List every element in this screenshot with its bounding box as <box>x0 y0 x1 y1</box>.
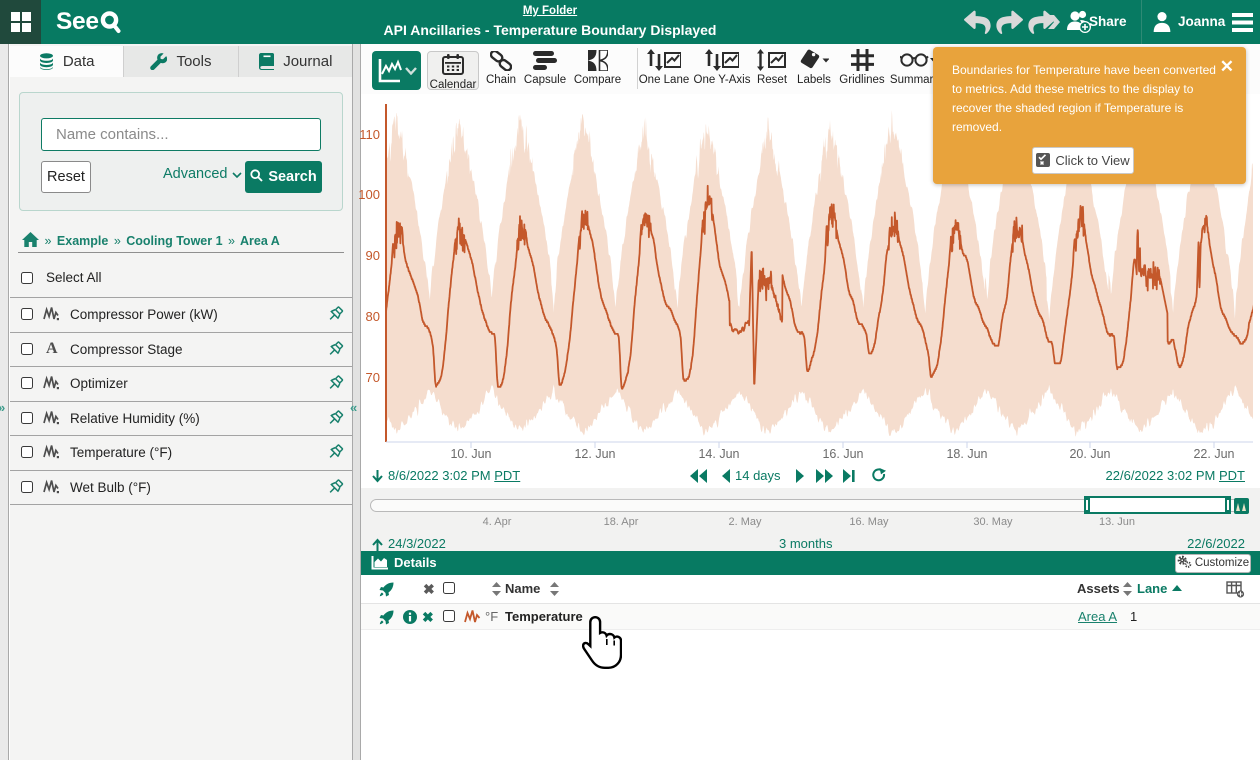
svg-text:90: 90 <box>366 248 380 263</box>
svg-text:22. Jun: 22. Jun <box>1193 447 1234 461</box>
svg-text:70: 70 <box>366 370 380 385</box>
svg-text:100: 100 <box>358 187 380 202</box>
svg-text:20. Jun: 20. Jun <box>1069 447 1110 461</box>
svg-text:18. Jun: 18. Jun <box>946 447 987 461</box>
svg-text:110: 110 <box>359 127 380 142</box>
svg-text:80: 80 <box>366 309 380 324</box>
svg-text:12. Jun: 12. Jun <box>574 447 615 461</box>
svg-text:14. Jun: 14. Jun <box>698 447 739 461</box>
svg-text:10. Jun: 10. Jun <box>450 447 491 461</box>
svg-text:16. Jun: 16. Jun <box>822 447 863 461</box>
